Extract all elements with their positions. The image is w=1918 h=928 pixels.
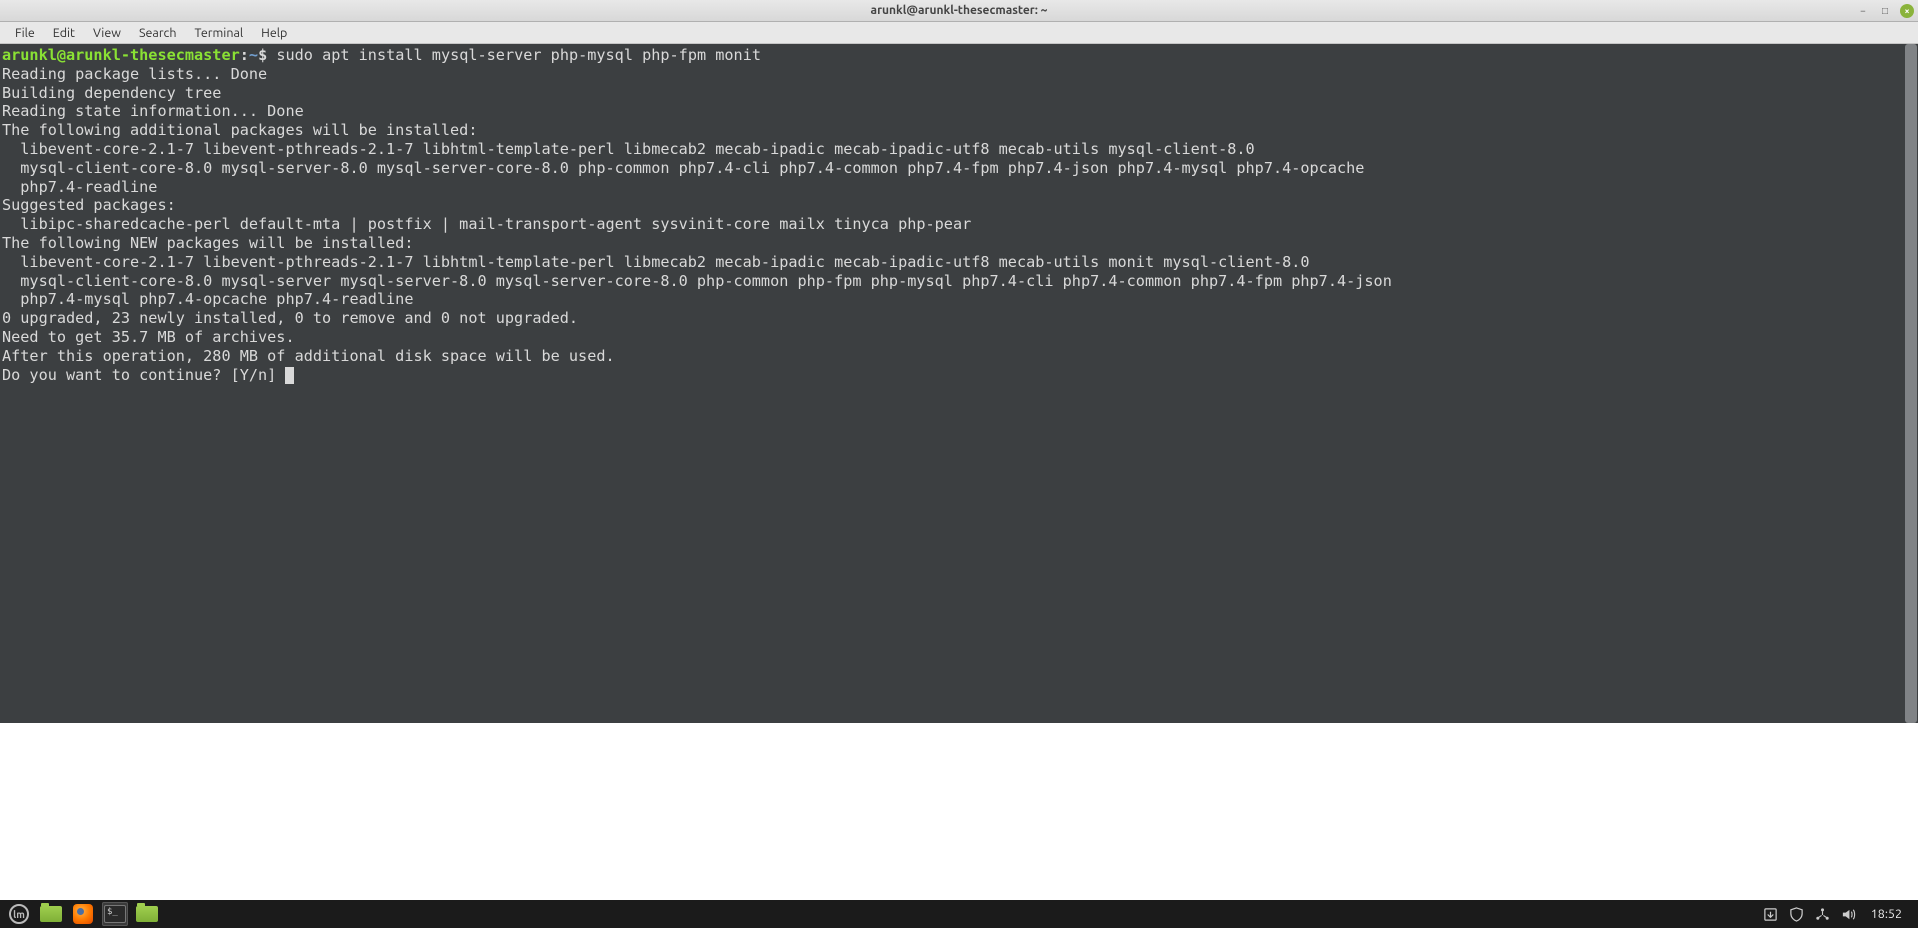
mint-logo-icon: lm (9, 904, 29, 924)
desktop-gap (0, 723, 1918, 900)
firefox-launcher[interactable] (70, 902, 96, 926)
firefox-icon (73, 904, 93, 924)
folder-icon (136, 906, 158, 922)
terminal-line: mysql-client-core-8.0 mysql-server-8.0 m… (2, 159, 1902, 178)
menu-file[interactable]: File (6, 24, 44, 42)
menu-view[interactable]: View (84, 24, 130, 42)
terminal-content[interactable]: arunkl@arunkl-thesecmaster:~$ sudo apt i… (0, 44, 1904, 723)
menu-help[interactable]: Help (252, 24, 296, 42)
terminal-launcher[interactable]: $_ (102, 902, 128, 926)
terminal-line: After this operation, 280 MB of addition… (2, 347, 1902, 366)
terminal-cursor (285, 367, 294, 384)
terminal-line: php7.4-readline (2, 178, 1902, 197)
network-icon[interactable] (1815, 906, 1831, 922)
files-launcher[interactable] (38, 902, 64, 926)
terminal-scrollbar[interactable] (1904, 44, 1918, 723)
menubar: File Edit View Search Terminal Help (0, 22, 1918, 44)
taskbar-panel: lm $_ 18:52 (0, 900, 1918, 928)
close-button[interactable]: × (1900, 4, 1914, 18)
minimize-button[interactable]: − (1856, 4, 1870, 18)
terminal-line: Reading package lists... Done (2, 65, 1902, 84)
terminal-area[interactable]: arunkl@arunkl-thesecmaster:~$ sudo apt i… (0, 44, 1918, 723)
terminal-line: libevent-core-2.1-7 libevent-pthreads-2.… (2, 253, 1902, 272)
window-title: arunkl@arunkl-thesecmaster: ~ (871, 4, 1048, 17)
terminal-icon: $_ (104, 905, 126, 923)
files-launcher-2[interactable] (134, 902, 160, 926)
window-titlebar: arunkl@arunkl-thesecmaster: ~ − □ × (0, 0, 1918, 22)
menu-terminal[interactable]: Terminal (186, 24, 253, 42)
update-manager-icon[interactable] (1763, 906, 1779, 922)
terminal-line: Building dependency tree (2, 84, 1902, 103)
terminal-line: libipc-sharedcache-perl default-mta | po… (2, 215, 1902, 234)
window-controls: − □ × (1856, 4, 1914, 18)
menu-search[interactable]: Search (130, 24, 186, 42)
mint-menu-button[interactable]: lm (6, 902, 32, 926)
terminal-line: The following additional packages will b… (2, 121, 1902, 140)
terminal-line: Suggested packages: (2, 196, 1902, 215)
volume-icon[interactable] (1841, 906, 1857, 922)
panel-clock[interactable]: 18:52 (1867, 907, 1906, 921)
terminal-line: Need to get 35.7 MB of archives. (2, 328, 1902, 347)
terminal-line: 0 upgraded, 23 newly installed, 0 to rem… (2, 309, 1902, 328)
shield-icon[interactable] (1789, 906, 1805, 922)
terminal-line: arunkl@arunkl-thesecmaster:~$ sudo apt i… (2, 46, 1902, 65)
scrollbar-thumb[interactable] (1905, 44, 1917, 723)
maximize-button[interactable]: □ (1878, 4, 1892, 18)
terminal-line: libevent-core-2.1-7 libevent-pthreads-2.… (2, 140, 1902, 159)
terminal-line: Do you want to continue? [Y/n] (2, 366, 1902, 385)
terminal-line: The following NEW packages will be insta… (2, 234, 1902, 253)
panel-tray: 18:52 (1763, 906, 1912, 922)
panel-launchers: lm $_ (6, 902, 160, 926)
terminal-line: mysql-client-core-8.0 mysql-server mysql… (2, 272, 1902, 291)
terminal-line: Reading state information... Done (2, 102, 1902, 121)
menu-edit[interactable]: Edit (44, 24, 84, 42)
terminal-line: php7.4-mysql php7.4-opcache php7.4-readl… (2, 290, 1902, 309)
folder-icon (40, 906, 62, 922)
